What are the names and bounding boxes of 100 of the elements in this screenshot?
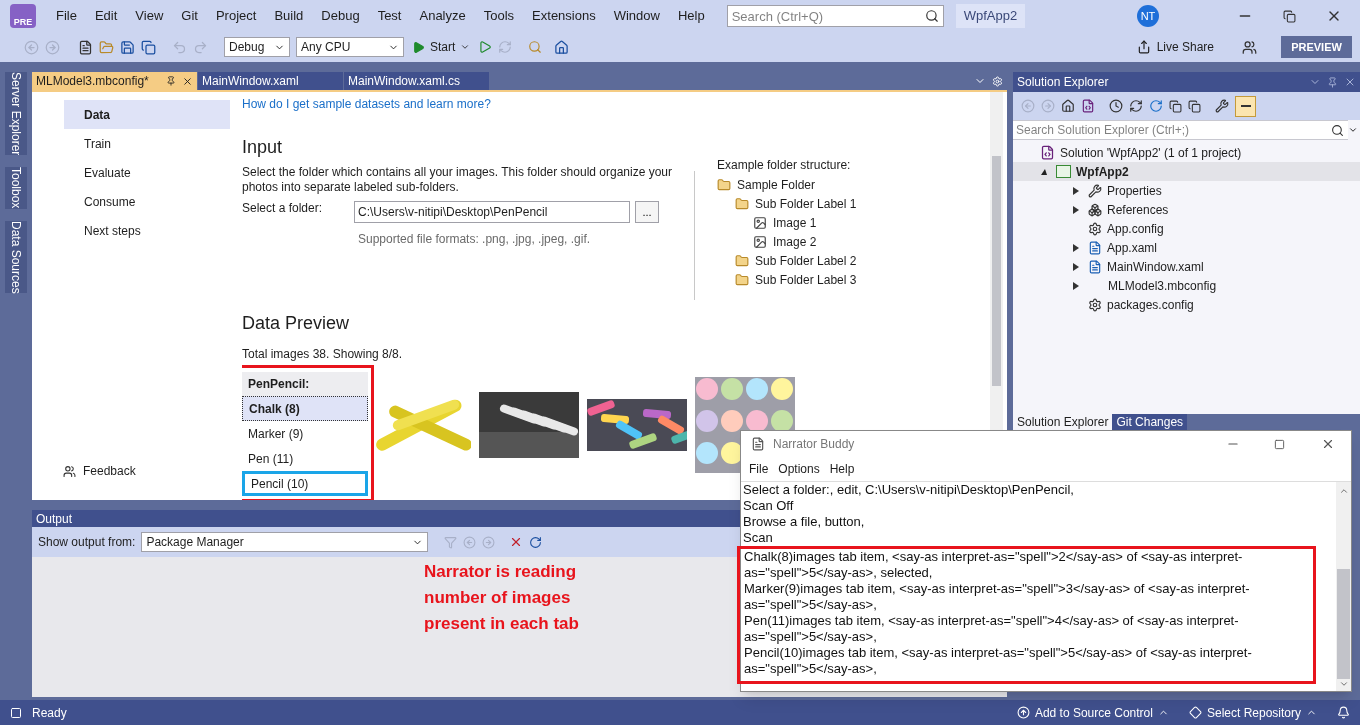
source-control-button[interactable]: Add to Source Control <box>1016 703 1169 722</box>
side-tab[interactable]: Server Explorer <box>5 72 27 156</box>
preview-button[interactable]: PREVIEW <box>1281 36 1352 58</box>
restore-icon[interactable] <box>1283 9 1296 23</box>
feedback-link[interactable]: Feedback <box>83 462 136 480</box>
document-tab[interactable]: MainWindow.xaml.cs <box>344 72 489 90</box>
output-source-dropdown[interactable]: Package Manager <box>141 532 429 552</box>
settings-icon[interactable] <box>992 75 1003 87</box>
maximize-icon[interactable] <box>1274 438 1285 450</box>
notifications-icon[interactable] <box>1337 706 1350 719</box>
feedback-icon[interactable] <box>1242 39 1257 55</box>
browse-button[interactable]: ... <box>635 201 659 223</box>
menu-item[interactable]: Window <box>605 6 668 26</box>
menu-item[interactable]: Tools <box>475 6 523 26</box>
caret-icon <box>460 42 471 52</box>
solution-tree-item[interactable]: WpfApp2 <box>1076 162 1129 181</box>
properties-icon[interactable] <box>1215 99 1229 113</box>
wizard-step[interactable]: Evaluate <box>64 158 230 187</box>
solution-tree-item[interactable]: App.config <box>1107 219 1164 238</box>
document-tab[interactable]: MainWindow.xaml <box>198 72 343 90</box>
menu-item[interactable]: Options <box>774 460 824 478</box>
wizard-step[interactable]: Consume <box>64 187 230 216</box>
restart-icon[interactable] <box>498 40 513 54</box>
menu-item[interactable]: File <box>48 6 85 26</box>
narrator-log-line: Select a folder:, edit, C:\Users\v-nitipi\Desktop\PenPencil, <box>742 482 1075 498</box>
play-icon <box>412 40 425 54</box>
scroll-down-icon[interactable] <box>1338 679 1349 689</box>
menu-item[interactable]: Help <box>825 460 859 478</box>
user-avatar[interactable]: NT <box>1137 5 1159 27</box>
menu-item[interactable]: Build <box>266 6 312 26</box>
category-tab[interactable]: Pen (11) <box>242 446 368 471</box>
menu-item[interactable]: View <box>127 6 172 26</box>
folder-icon <box>735 196 749 211</box>
scrollbar-thumb[interactable] <box>1337 569 1350 679</box>
solution-tree-item[interactable]: MLModel3.mbconfig <box>1108 276 1217 295</box>
wizard-step[interactable]: Data <box>64 100 230 129</box>
configuration-dropdown[interactable]: Debug <box>224 37 290 57</box>
start-button[interactable]: Start <box>410 38 473 56</box>
scroll-up-icon[interactable] <box>1338 486 1349 496</box>
repository-button[interactable]: Select Repository <box>1188 703 1317 722</box>
panel-tab[interactable]: Solution Explorer <box>1013 414 1113 430</box>
document-tab[interactable]: MLModel3.mbconfig* <box>32 72 197 90</box>
config-file-icon <box>1088 221 1102 236</box>
expand-arrow-icon[interactable] <box>1073 186 1079 195</box>
run-without-debugging-icon[interactable] <box>478 40 493 54</box>
refresh-icon[interactable] <box>1149 99 1163 113</box>
solution-tree-item[interactable]: References <box>1107 200 1169 219</box>
xaml-file-icon <box>1088 240 1102 255</box>
menu-item[interactable]: Help <box>669 6 713 26</box>
folder-path-field[interactable]: C:\Users\v-nitipi\Desktop\PenPencil <box>354 201 630 223</box>
scrollbar-thumb[interactable] <box>992 156 1001 386</box>
wizard-step[interactable]: Next steps <box>64 216 230 245</box>
menu-item[interactable]: Debug <box>313 6 368 26</box>
panel-tab[interactable]: Git Changes <box>1112 414 1188 430</box>
search-field[interactable]: Search (Ctrl+Q) <box>726 5 944 27</box>
folder-icon <box>735 272 749 287</box>
expand-arrow-icon[interactable] <box>1073 205 1079 214</box>
sync-icon[interactable] <box>1129 99 1143 113</box>
folder-tree-item: Sub Folder Label 2 <box>755 252 857 270</box>
search-options-icon[interactable] <box>1348 125 1358 135</box>
expand-arrow-icon[interactable] <box>1073 262 1079 271</box>
wizard-step[interactable]: Train <box>64 129 230 158</box>
preview-toggle-icon[interactable] <box>1235 95 1256 117</box>
save-icon[interactable] <box>120 39 135 55</box>
pin-icon[interactable] <box>166 76 176 86</box>
side-tab[interactable]: Toolbox <box>5 167 27 209</box>
menu-item[interactable]: Test <box>369 6 410 26</box>
close-icon[interactable] <box>182 75 193 87</box>
platform-dropdown[interactable]: Any CPU <box>296 37 404 57</box>
menu-item[interactable]: Project <box>207 6 265 26</box>
solution-name-badge: WpfApp2 <box>955 4 1026 28</box>
menu-item[interactable]: Git <box>173 6 206 26</box>
live-share-button[interactable]: Live Share <box>1136 38 1214 56</box>
menu-item[interactable]: Edit <box>86 6 126 26</box>
help-link[interactable]: How do I get sample datasets and learn more? <box>242 95 990 113</box>
menu-item[interactable]: Analyze <box>411 6 474 26</box>
narrator-log-line: Scan <box>742 530 774 546</box>
image-icon <box>753 215 767 230</box>
pin-icon[interactable] <box>1327 76 1338 88</box>
solution-tree-item[interactable]: MainWindow.xaml <box>1107 257 1204 276</box>
close-icon[interactable] <box>1321 437 1335 451</box>
expand-arrow-icon[interactable] <box>1073 281 1079 290</box>
home-icon[interactable] <box>1061 99 1075 113</box>
new-item-icon[interactable] <box>78 39 93 55</box>
collapse-arrow-icon[interactable] <box>1041 168 1047 175</box>
folder-tree-item: Image 1 <box>773 214 817 232</box>
solution-tree-item[interactable]: Properties <box>1107 181 1162 200</box>
expand-arrow-icon[interactable] <box>1073 243 1079 252</box>
side-tab[interactable]: Data Sources <box>5 220 27 294</box>
menu-item[interactable]: File <box>745 460 773 478</box>
solution-tree-item[interactable]: packages.config <box>1107 295 1194 314</box>
narrator-log-line: Browse a file, button, <box>742 514 866 530</box>
solution-tree-item[interactable]: App.xaml <box>1107 238 1158 257</box>
category-tab[interactable]: Marker (9) <box>242 421 368 446</box>
category-tab[interactable]: Chalk (8) <box>242 396 368 421</box>
solution-search-field[interactable]: Search Solution Explorer (Ctrl+;) <box>1013 120 1348 140</box>
menu-item[interactable]: Extensions <box>524 6 604 26</box>
solution-tree-item[interactable]: Solution 'WpfApp2' (1 of 1 project) <box>1060 143 1242 162</box>
category-tab[interactable]: Pencil (10) <box>242 471 368 496</box>
window-title: Narrator Buddy <box>773 436 855 453</box>
